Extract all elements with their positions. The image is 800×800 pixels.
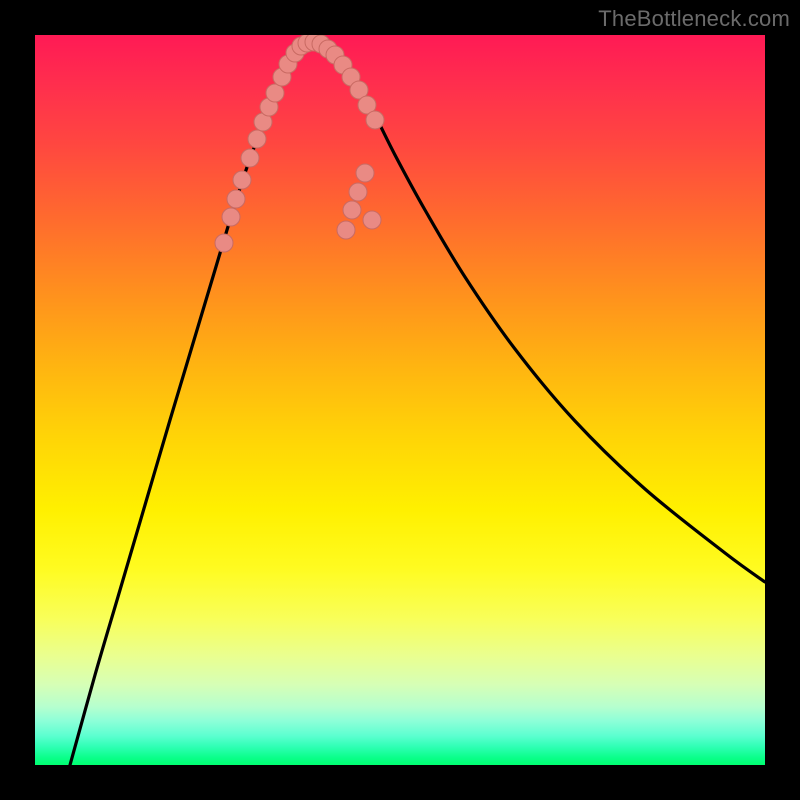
highlight-dot xyxy=(227,190,245,208)
highlight-dot xyxy=(337,221,355,239)
plot-area xyxy=(35,35,765,765)
highlight-dot xyxy=(222,208,240,226)
watermark-text: TheBottleneck.com xyxy=(598,6,790,32)
highlight-dot xyxy=(343,201,361,219)
bottleneck-curve xyxy=(70,41,765,765)
highlight-dot xyxy=(248,130,266,148)
highlight-dot xyxy=(363,211,381,229)
chart-frame: TheBottleneck.com xyxy=(0,0,800,800)
highlight-dot xyxy=(356,164,374,182)
highlight-dot xyxy=(366,111,384,129)
highlight-dot xyxy=(215,234,233,252)
highlight-dot xyxy=(349,183,367,201)
highlight-dot xyxy=(266,84,284,102)
highlight-dots xyxy=(215,35,384,252)
highlight-dot xyxy=(233,171,251,189)
highlight-dot xyxy=(241,149,259,167)
curve-svg xyxy=(35,35,765,765)
